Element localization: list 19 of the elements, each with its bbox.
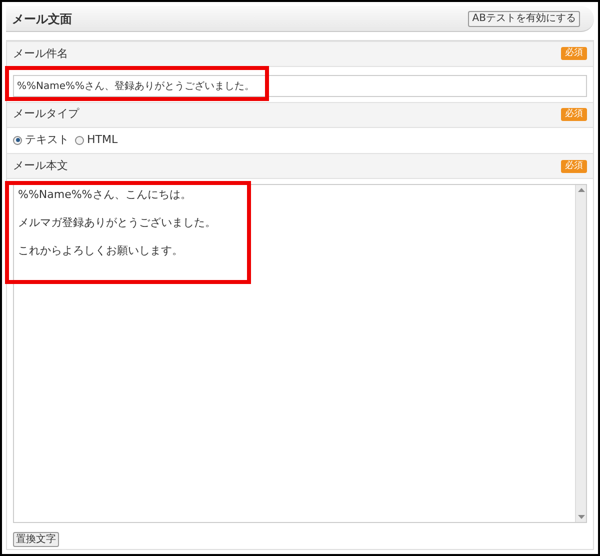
section-label: メール本文 [13,158,68,174]
radio-option[interactable]: HTML [75,132,118,149]
body-textarea[interactable]: %%Name%%さん、こんにちは。 メルマガ登録ありがとうございました。 これからよろしくお願いします。 [13,184,587,524]
required-badge: 必須 [561,160,587,173]
section-label: メール件名 [13,46,68,62]
body-text-line: これからよろしくお願いします。 [18,244,184,258]
body-text-line: メルマガ登録ありがとうございました。 [18,216,217,230]
body-text-line: %%Name%%さん、こんにちは。 [18,188,192,202]
required-badge: 必須 [561,108,587,122]
required-badge: 必須 [561,47,587,60]
subject-field[interactable]: %%Name%%さん、登録ありがとうございました。 [13,74,587,97]
ab-test-button[interactable]: ABテストを有効にする [468,10,580,26]
radio-option[interactable]: テキスト [13,132,69,149]
replace-text-button[interactable]: 置換文字 [13,532,59,548]
scroll-down-icon[interactable] [578,515,584,520]
scroll-up-icon[interactable] [578,187,584,192]
panel-title: メール文面 [12,10,72,28]
section-label: メールタイプ [13,106,79,122]
scrollbar[interactable] [575,185,586,522]
